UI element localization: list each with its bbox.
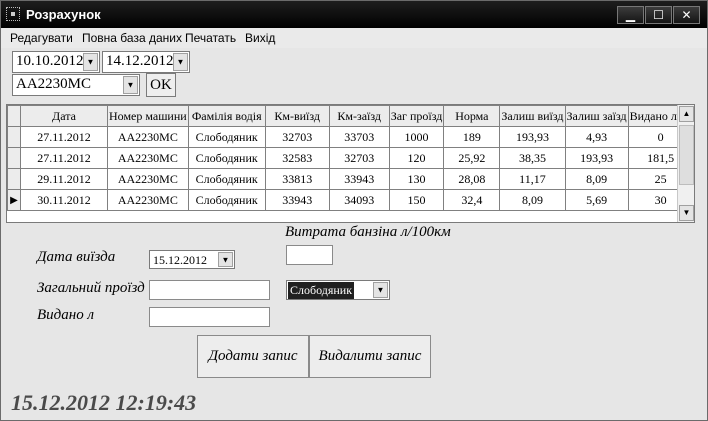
- table-row[interactable]: 29.11.2012 АА2230МС Слободяник 33813 339…: [7, 168, 694, 190]
- table-cell[interactable]: 150: [388, 189, 445, 211]
- table-cell[interactable]: АА2230МС: [107, 189, 189, 211]
- chevron-down-icon[interactable]: ▼: [173, 53, 188, 71]
- trips-grid[interactable]: Дата Номер машини Фамілія водія Км-виїзд…: [6, 104, 695, 223]
- table-cell[interactable]: 38,35: [499, 147, 566, 169]
- car-select-value: АА2230МС: [16, 76, 92, 92]
- table-cell[interactable]: 11,17: [499, 168, 566, 190]
- scroll-up-icon[interactable]: ▲: [679, 106, 694, 122]
- table-header-row: Дата Номер машини Фамілія водія Км-виїзд…: [7, 105, 694, 127]
- table-cell[interactable]: 32703: [264, 126, 330, 148]
- table-cell[interactable]: 193,93: [564, 147, 629, 169]
- table-cell[interactable]: 130: [388, 168, 445, 190]
- table-cell[interactable]: 4,93: [564, 126, 629, 148]
- consumption-field[interactable]: [286, 245, 333, 265]
- table-cell[interactable]: 32,4: [443, 189, 501, 211]
- table-cell[interactable]: 33813: [264, 168, 330, 190]
- maximize-button[interactable]: ☐: [645, 6, 672, 24]
- consumption-label: Витрата банзіна л/100км: [285, 224, 451, 240]
- table-cell[interactable]: Слободяник: [187, 168, 266, 190]
- menu-exit[interactable]: Вихід: [245, 31, 275, 45]
- table-cell[interactable]: 189: [443, 126, 501, 148]
- table-cell[interactable]: 34093: [328, 189, 390, 211]
- table-cell[interactable]: Слободяник: [187, 126, 266, 148]
- driver-select-value: Слободяник: [288, 282, 355, 299]
- column-header[interactable]: Залиш виїзд: [499, 105, 566, 127]
- table-row[interactable]: 27.11.2012 АА2230МС Слободяник 32703 337…: [7, 126, 694, 148]
- distance-field[interactable]: [149, 280, 270, 300]
- departure-date-label: Дата виїзда: [37, 249, 116, 265]
- table-cell[interactable]: 5,69: [564, 189, 629, 211]
- minimize-button[interactable]: ▁: [617, 6, 644, 24]
- close-button[interactable]: ✕: [673, 6, 700, 24]
- date-to-picker[interactable]: 14.12.2012 ▼: [102, 51, 190, 73]
- table-cell[interactable]: 33703: [328, 126, 390, 148]
- table-cell[interactable]: Слободяник: [187, 189, 266, 211]
- table-cell[interactable]: 8,09: [499, 189, 566, 211]
- column-header[interactable]: Км-заїзд: [328, 105, 390, 127]
- row-indicator[interactable]: [7, 168, 21, 190]
- scroll-down-icon[interactable]: ▼: [679, 205, 694, 221]
- table-cell[interactable]: 1000: [388, 126, 445, 148]
- add-record-button[interactable]: Додати запис: [197, 335, 309, 378]
- column-header[interactable]: Фамілія водія: [187, 105, 266, 127]
- menu-edit[interactable]: Редагувати: [10, 31, 73, 45]
- car-select[interactable]: АА2230МС ▼: [12, 74, 140, 96]
- column-header[interactable]: Км-виїзд: [264, 105, 330, 127]
- table-cell[interactable]: 30.11.2012: [20, 189, 108, 211]
- row-indicator[interactable]: [7, 147, 21, 169]
- table-cell[interactable]: 120: [388, 147, 445, 169]
- table-cell[interactable]: 8,09: [564, 168, 629, 190]
- trips-table: Дата Номер машини Фамілія водія Км-виїзд…: [7, 105, 694, 211]
- table-row[interactable]: 27.11.2012 АА2230МС Слободяник 32583 327…: [7, 147, 694, 169]
- scroll-thumb[interactable]: [679, 125, 694, 185]
- date-from-value: 10.10.2012: [16, 53, 84, 69]
- title-bar[interactable]: Розрахунок ▁ ☐ ✕: [1, 1, 707, 28]
- table-cell[interactable]: АА2230МС: [107, 126, 189, 148]
- column-header[interactable]: Норма: [443, 105, 501, 127]
- date-to-value: 14.12.2012: [106, 53, 174, 69]
- table-cell[interactable]: 193,93: [499, 126, 566, 148]
- table-cell[interactable]: 28,08: [443, 168, 501, 190]
- row-indicator[interactable]: [7, 126, 21, 148]
- app-icon[interactable]: [6, 7, 20, 21]
- delete-record-button[interactable]: Видалити запис: [309, 335, 431, 378]
- table-cell[interactable]: 32703: [328, 147, 390, 169]
- menu-bar: Редагувати Повна база даних Печатать Вих…: [1, 28, 707, 48]
- table-cell[interactable]: АА2230МС: [107, 168, 189, 190]
- column-header[interactable]: Залиш заїзд: [564, 105, 629, 127]
- table-cell[interactable]: Слободяник: [187, 147, 266, 169]
- current-row-arrow-icon[interactable]: ▶: [7, 189, 21, 211]
- main-window: Розрахунок ▁ ☐ ✕ Редагувати Повна база д…: [0, 0, 708, 421]
- ok-button[interactable]: OK: [146, 73, 176, 97]
- date-from-picker[interactable]: 10.10.2012 ▼: [12, 51, 100, 73]
- table-cell[interactable]: 25,92: [443, 147, 501, 169]
- table-cell[interactable]: 27.11.2012: [20, 126, 108, 148]
- issued-field[interactable]: [149, 307, 270, 327]
- table-row-current[interactable]: ▶ 30.11.2012 АА2230МС Слободяник 33943 3…: [7, 189, 694, 211]
- menu-full-database[interactable]: Повна база даних: [82, 31, 182, 45]
- departure-date-value: 15.12.2012: [153, 253, 207, 267]
- vertical-scrollbar[interactable]: ▲ ▼: [677, 105, 694, 222]
- table-cell[interactable]: 33943: [264, 189, 330, 211]
- column-header[interactable]: Дата: [20, 105, 108, 127]
- table-cell[interactable]: АА2230МС: [107, 147, 189, 169]
- table-cell[interactable]: 27.11.2012: [20, 147, 108, 169]
- row-indicator-header: [7, 105, 21, 127]
- departure-date-picker[interactable]: 15.12.2012 ▼: [149, 250, 235, 269]
- distance-label: Загальний проїзд: [37, 280, 145, 296]
- window-title: Розрахунок: [26, 7, 101, 22]
- table-cell[interactable]: 33943: [328, 168, 390, 190]
- column-header[interactable]: Заг проїзд: [388, 105, 445, 127]
- menu-print[interactable]: Печатать: [185, 31, 236, 45]
- clock-display: 15.12.2012 12:19:43: [11, 390, 197, 415]
- chevron-down-icon[interactable]: ▼: [123, 76, 138, 94]
- driver-select[interactable]: Слободяник ▼: [286, 280, 390, 300]
- issued-label: Видано л: [37, 307, 94, 323]
- chevron-down-icon[interactable]: ▼: [218, 252, 233, 267]
- table-cell[interactable]: 32583: [264, 147, 330, 169]
- chevron-down-icon[interactable]: ▼: [83, 53, 98, 71]
- table-cell[interactable]: 29.11.2012: [20, 168, 108, 190]
- chevron-down-icon[interactable]: ▼: [373, 282, 388, 298]
- column-header[interactable]: Номер машини: [107, 105, 189, 127]
